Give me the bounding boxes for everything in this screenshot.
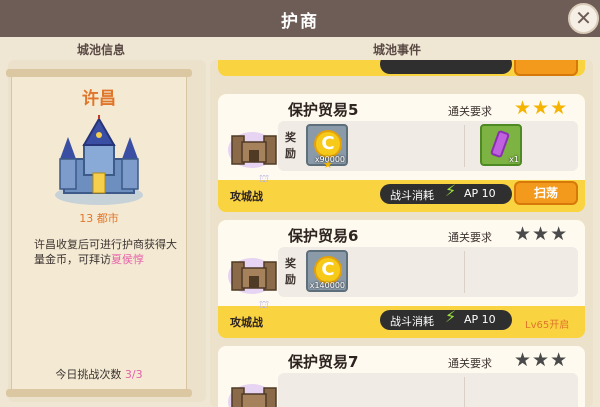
- star-rating: ★★★: [514, 349, 568, 371]
- battle-type-label: 攻城战: [230, 316, 263, 329]
- city-gate-icon: [228, 132, 277, 168]
- challenge-value: 3/3: [124, 368, 143, 381]
- sweep-button[interactable]: 扫荡: [514, 181, 578, 205]
- city-description-text: 许昌收复后可进行护商获得大量金币，可拜访: [34, 238, 177, 266]
- city-description: 许昌收复后可进行护商获得大量金币，可拜访夏侯惇: [34, 237, 178, 267]
- star-rating: ★★★: [514, 223, 568, 245]
- cost-pill: 战斗消耗 ⚡ AP 10: [380, 181, 512, 204]
- potion-icon: [489, 129, 511, 159]
- cost-pill: [380, 60, 512, 74]
- event-list[interactable]: 保护贸易5 通关要求 ★★★ 奖励 C x90000 ★ x1 ⛫ 攻城战 战斗…: [210, 60, 593, 407]
- event-title: 保护贸易6: [288, 227, 359, 245]
- star-icon: ★: [550, 349, 568, 371]
- city-name: 许昌: [82, 89, 116, 109]
- requirement-label: 通关要求: [448, 231, 492, 244]
- star-rating: ★★★: [514, 97, 568, 119]
- event-title: 保护贸易7: [288, 353, 359, 371]
- energy-bolt-icon: ⚡: [445, 181, 457, 200]
- city-events-heading: 城池事件: [373, 43, 422, 57]
- challenge-count: 今日挑战次数 3/3: [11, 366, 187, 382]
- event-title: 保护贸易5: [288, 101, 359, 119]
- star-icon: ★: [550, 97, 568, 119]
- battle-type-label: 攻城战: [230, 190, 263, 203]
- coin-quantity: x140000: [309, 281, 345, 290]
- castle-icon: [55, 115, 143, 205]
- event-card-6[interactable]: 保护贸易6 通关要求 ★★★ 奖励 C x140000 ⛫ 攻城战 战斗消耗 ⚡…: [218, 220, 585, 338]
- potion-reward[interactable]: x1: [480, 124, 522, 166]
- reward-box: [278, 373, 578, 407]
- visit-character-link[interactable]: 夏侯惇: [111, 253, 144, 266]
- star-icon: ★: [532, 349, 550, 371]
- potion-quantity: x1: [509, 155, 519, 164]
- city-info-heading: 城池信息: [77, 43, 126, 57]
- cost-pill: 战斗消耗 ⚡ AP 10: [380, 307, 512, 330]
- energy-bolt-icon: ⚡: [445, 307, 457, 326]
- gold-coin-icon: C: [314, 256, 342, 284]
- star-icon: ★: [532, 97, 550, 119]
- unlock-level-label: Lv65开启: [525, 320, 570, 331]
- gold-coin-icon: C: [314, 130, 342, 158]
- gold-coin-reward[interactable]: C x90000 ★: [306, 124, 348, 171]
- star-icon: ★: [514, 97, 532, 119]
- page-title: 护商: [281, 12, 319, 32]
- cost-value: AP 10: [464, 187, 496, 200]
- reward-label: 奖励: [285, 131, 296, 160]
- star-icon: ★: [514, 349, 532, 371]
- gold-coin-reward[interactable]: C x140000: [306, 250, 348, 292]
- event-card-7[interactable]: 保护贸易7 通关要求 ★★★: [218, 346, 585, 407]
- star-icon: ★: [514, 223, 532, 245]
- cost-label: 战斗消耗: [390, 315, 434, 328]
- flag-icon: ⛫: [259, 298, 270, 311]
- cost-value: AP 10: [464, 313, 496, 326]
- reward-label: 奖励: [285, 257, 296, 286]
- city-gate-icon: [228, 258, 277, 294]
- close-icon: ✕: [575, 6, 592, 30]
- cost-label: 战斗消耗: [390, 189, 434, 202]
- star-icon: ★: [550, 223, 568, 245]
- requirement-label: 通关要求: [448, 105, 492, 118]
- sweep-button[interactable]: [514, 60, 578, 76]
- star-icon: ★: [532, 223, 550, 245]
- city-count: 13 都市: [79, 212, 119, 225]
- event-card-previous: [218, 60, 585, 76]
- flag-icon: ⛫: [259, 172, 270, 185]
- requirement-label: 通关要求: [448, 357, 492, 370]
- city-gate-icon: [228, 384, 277, 407]
- event-card-5[interactable]: 保护贸易5 通关要求 ★★★ 奖励 C x90000 ★ x1 ⛫ 攻城战 战斗…: [218, 94, 585, 212]
- challenge-label: 今日挑战次数: [55, 368, 122, 381]
- close-button[interactable]: ✕: [568, 3, 599, 34]
- star-icon: ★: [323, 158, 333, 171]
